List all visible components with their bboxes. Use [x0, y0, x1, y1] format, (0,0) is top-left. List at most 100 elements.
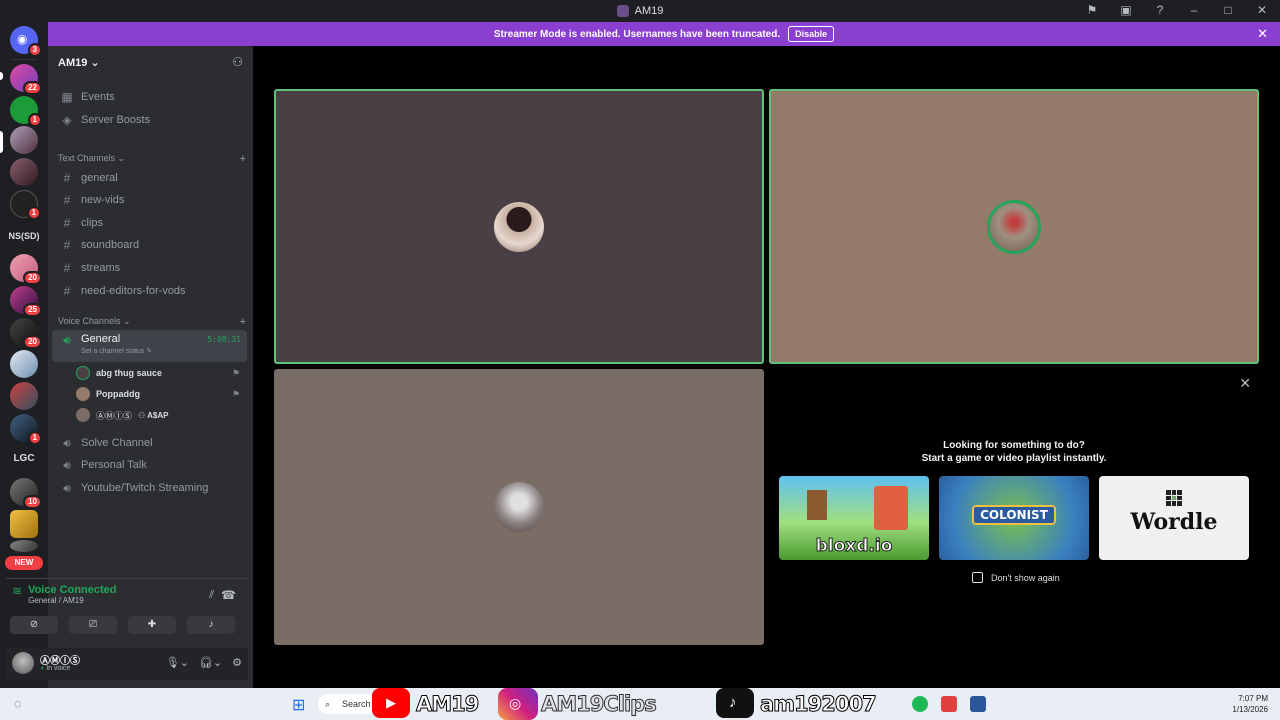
calendar-icon: ▦ — [61, 90, 73, 104]
spotify-icon[interactable] — [912, 696, 928, 712]
checkbox[interactable] — [972, 572, 983, 583]
video-tile[interactable] — [274, 369, 764, 645]
streaming-icon: ⚑ — [231, 388, 240, 399]
voice-timer: 5:08:31 — [207, 335, 241, 344]
app-icon[interactable] — [941, 696, 957, 712]
disconnect-icon[interactable]: ☎ — [221, 588, 236, 602]
voice-channel-personal[interactable]: 🔊︎ Personal Talk — [52, 455, 247, 475]
close-window-button[interactable]: ✕ — [1254, 3, 1270, 17]
video-tile[interactable] — [274, 89, 764, 364]
close-icon[interactable]: ✕ — [1239, 375, 1251, 392]
server-icon[interactable] — [10, 126, 38, 154]
server-icon[interactable]: 10 — [10, 478, 42, 509]
channel-clips[interactable]: # clips — [52, 213, 247, 233]
voice-user[interactable]: Poppaddg ⚑ — [76, 384, 244, 404]
server-icon[interactable] — [10, 382, 38, 410]
settings-gear-icon[interactable]: ⚙ — [232, 656, 242, 669]
server-icon[interactable]: 1 — [10, 190, 41, 220]
microphone-icon[interactable]: 🎙︎⌄ — [166, 656, 189, 669]
server-icon[interactable]: NS(SD) — [0, 231, 48, 241]
divider — [12, 59, 36, 60]
server-icon[interactable] — [10, 158, 38, 186]
hashtag-icon: # — [63, 261, 71, 275]
voice-user[interactable]: abg thug sauce ⚑ — [76, 363, 244, 383]
server-icon[interactable]: 25 — [10, 286, 42, 317]
server-name: AM19 — [58, 56, 88, 69]
activities-button[interactable]: ✚ — [128, 616, 176, 634]
noise-suppression-icon[interactable]: ⫽ — [209, 589, 214, 602]
channel-soundboard[interactable]: # soundboard — [52, 235, 247, 255]
category-text-channels[interactable]: Text Channels ⌄ + — [58, 153, 246, 165]
window-title: AM19 — [616, 5, 663, 17]
voice-channel-general[interactable]: 🔊︎ General Set a channel status ✎ 5:08:3… — [52, 330, 247, 362]
voice-channel-solve[interactable]: 🔊︎ Solve Channel — [52, 433, 247, 453]
server-icon[interactable]: LGC — [0, 453, 48, 464]
pencil-icon[interactable]: ✎ — [146, 348, 152, 355]
windows-start-icon[interactable]: ⊞ — [292, 695, 305, 715]
speaker-icon: 🔊︎ — [63, 435, 71, 450]
inbox-icon[interactable]: ⚑ — [1084, 3, 1100, 17]
screen-share-icon[interactable]: ▣ — [1118, 3, 1134, 17]
activity-icon: ✚ — [147, 619, 157, 630]
voice-user[interactable]: ⒶⓂⒾⓈ ⚇ A$AP — [76, 405, 244, 425]
new-badge: NEW — [5, 556, 43, 570]
disable-button[interactable]: Disable — [788, 26, 835, 42]
category-voice-channels[interactable]: Voice Channels ⌄ + — [58, 316, 246, 328]
avatar — [76, 387, 90, 401]
voice-status-title[interactable]: Voice Connected — [28, 584, 116, 596]
maximize-button[interactable]: □ — [1220, 3, 1236, 17]
tiktok-icon: ♪ — [716, 688, 754, 718]
hashtag-icon: # — [63, 284, 71, 298]
avatar — [494, 201, 544, 252]
avatar[interactable] — [12, 652, 34, 674]
add-member-icon[interactable]: ⚇ — [232, 55, 243, 69]
headphones-icon[interactable]: 🎧︎⌄ — [199, 656, 222, 669]
activity-card-wordle[interactable]: Wordle — [1099, 476, 1249, 560]
system-clock[interactable]: 7:07 PM 1/13/2026 — [1232, 693, 1268, 715]
server-icon[interactable]: 1 — [10, 414, 42, 445]
server-icon[interactable] — [10, 350, 38, 378]
channel-need-editors-for-vods[interactable]: # need-editors-for-vods — [52, 281, 247, 301]
screen-share-button[interactable]: ⎚ — [69, 616, 117, 634]
add-channel-icon[interactable]: + — [240, 153, 246, 165]
channel-general[interactable]: # general — [52, 168, 247, 188]
boost-icon: ◈ — [62, 113, 72, 127]
dont-show-again-checkbox[interactable]: Don't show again — [972, 572, 1060, 583]
server-icon[interactable]: 20 — [10, 254, 42, 285]
hashtag-icon: # — [63, 193, 71, 207]
taskbar-search[interactable]: ⌕ Search — [318, 694, 378, 714]
screen-share-icon: ⎚ — [89, 619, 97, 630]
server-boosts-item[interactable]: ◈ Server Boosts — [52, 110, 247, 130]
home-button[interactable]: ◉ 3 — [10, 26, 42, 57]
speaker-icon: 🔊︎ — [63, 457, 71, 472]
instagram-icon: ◎ — [498, 688, 538, 720]
avatar — [76, 408, 90, 422]
server-icon[interactable] — [10, 540, 38, 552]
signal-icon: ≋ — [12, 584, 23, 598]
os-taskbar: ◌ ⊞ ⌕ Search ▶ AM19 ◎ AM19Clips ♪ am1920… — [0, 688, 1280, 720]
server-icon[interactable] — [10, 510, 38, 538]
streamer-mode-banner: Streamer Mode is enabled. Usernames have… — [48, 22, 1280, 46]
video-tile[interactable] — [769, 89, 1259, 364]
channel-streams[interactable]: # streams — [52, 258, 247, 278]
add-channel-icon[interactable]: + — [240, 316, 246, 328]
activity-prompt: ✕ Looking for something to do? Start a g… — [769, 369, 1259, 645]
help-icon[interactable]: ? — [1152, 3, 1168, 17]
events-item[interactable]: ▦ Events — [52, 87, 247, 107]
channel-new-vids[interactable]: # new-vids — [52, 190, 247, 210]
soundboard-button[interactable]: ♪ — [187, 616, 235, 634]
word-icon[interactable] — [970, 696, 986, 712]
server-icon[interactable]: 22 — [10, 64, 42, 95]
activity-card-bloxd[interactable]: bloxd.io — [779, 476, 929, 560]
voice-channel-youtube[interactable]: 🔊︎ Youtube/Twitch Streaming — [52, 478, 247, 498]
voice-connected-panel: ≋ Voice Connected General / AM19 ⫽ ☎ ⊘ ⎚… — [6, 578, 248, 642]
activity-card-colonist[interactable]: COLONIST — [939, 476, 1089, 560]
widgets-icon[interactable]: ◌ — [14, 696, 22, 711]
server-icon[interactable]: 1 — [10, 96, 42, 127]
server-header[interactable]: AM19 ⌄ ⚇ — [48, 46, 253, 78]
user-panel: ⒶⓂⒾⓈ ◖ In voice 🎙︎⌄ 🎧︎⌄ ⚙ — [6, 648, 248, 680]
close-icon[interactable]: ✕ — [1257, 26, 1268, 42]
minimize-button[interactable]: – — [1186, 3, 1202, 17]
camera-button[interactable]: ⊘ — [10, 616, 58, 634]
server-icon[interactable]: 20 — [10, 318, 42, 349]
